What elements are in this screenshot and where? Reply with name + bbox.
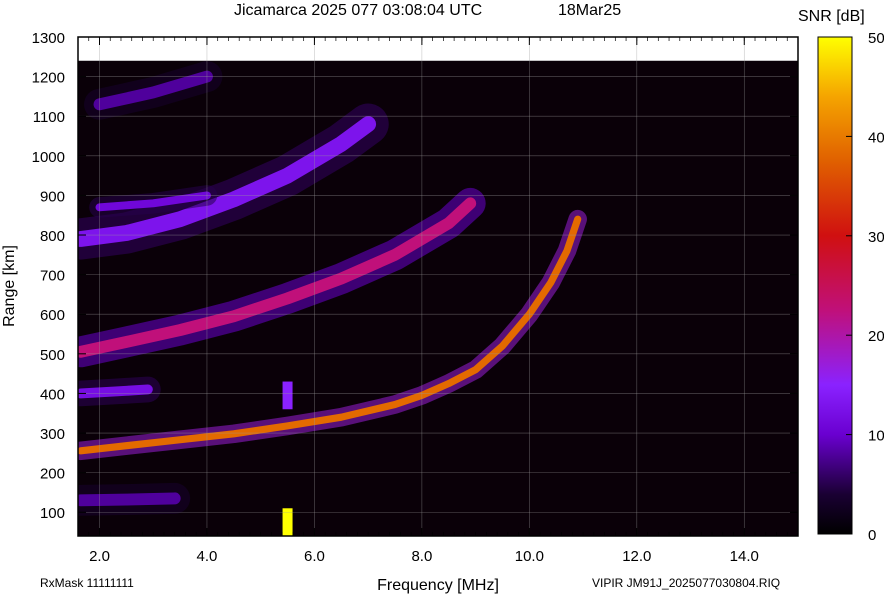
file-label: VIPIR JM91J_2025077030804.RIQ [592,576,780,590]
trace-5 [78,492,181,507]
y-tick-label-7: 700 [40,268,65,285]
x-tick-label-6: 12.0 [622,548,651,565]
rx-mask-label: RxMask 11111111 [40,576,134,590]
y-tick-label-5: 500 [40,347,65,364]
plot-area-top [78,37,798,58]
y-tick-label-12: 1200 [32,70,65,87]
colorbar-tick-label-1: 0 [868,527,876,544]
y-tick-label-6: 600 [40,307,65,324]
x-tick-label-5: 10.0 [515,548,544,565]
y-tick-label-11: 1100 [33,109,65,126]
colorbar-tick-label-2: 10 [868,428,884,445]
colorbar-tick-label-3: 20 [868,328,884,345]
y-tick-label-13: 1300 [32,30,65,47]
x-axis-label: Frequency [MHz] [377,577,499,594]
ionogram-figure: Jicamarca 2025 077 03:08:04 UTC 18Mar25 … [1,2,884,594]
colorbar-tick-label-5: 40 [868,129,884,146]
interference-2 [282,381,293,410]
trace-4 [78,384,153,399]
colorbar-label: SNR [dB] [798,8,865,25]
colorbar-tick-label-4: 30 [868,229,884,246]
plot-area [78,58,798,536]
colorbar-tick-label-6: 50 [868,30,884,47]
x-tick-label-1: 2.0 [89,548,110,565]
y-tick-label-3: 300 [40,426,65,443]
y-tick-label-10: 1000 [32,149,65,166]
y-axis-label: Range [km] [1,245,18,327]
y-tick-label-2: 200 [40,466,65,483]
chart-date: 18Mar25 [558,2,621,19]
y-tick-label-8: 800 [40,228,65,245]
colorbar [817,36,853,535]
x-tick-label-3: 6.0 [304,548,325,565]
y-tick-label-1: 100 [40,505,65,522]
y-tick-label-9: 900 [40,188,65,205]
x-tick-label-4: 8.0 [411,548,432,565]
chart-title: Jicamarca 2025 077 03:08:04 UTC [234,2,482,19]
x-tick-label-7: 14.0 [730,548,759,565]
x-tick-label-2: 4.0 [197,548,218,565]
y-tick-label-4: 400 [40,386,65,403]
